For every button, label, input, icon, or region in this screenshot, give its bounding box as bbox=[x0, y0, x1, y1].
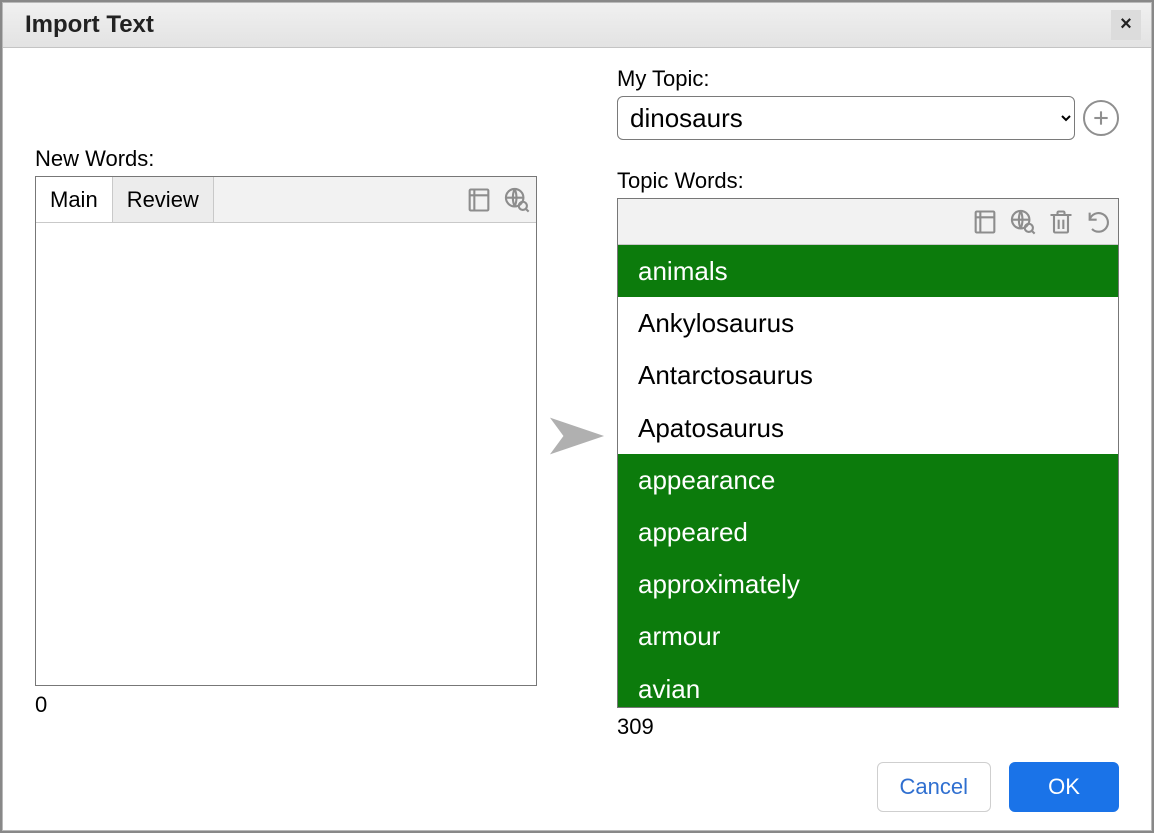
dialog-title: Import Text bbox=[25, 11, 154, 39]
topic-word-row[interactable]: approximately bbox=[618, 558, 1118, 610]
topic-words-toolbar bbox=[618, 199, 1118, 245]
topic-words-body[interactable]: animalsAnkylosaurusAntarctosaurusApatosa… bbox=[618, 245, 1118, 707]
import-text-dialog: Import Text × New Words: Main Review bbox=[2, 2, 1152, 831]
globe-search-icon[interactable] bbox=[498, 177, 536, 222]
topic-word-row[interactable]: Ankylosaurus bbox=[618, 297, 1118, 349]
topic-word-row[interactable]: appearance bbox=[618, 454, 1118, 506]
cancel-button[interactable]: Cancel bbox=[877, 762, 991, 812]
titlebar: Import Text × bbox=[3, 3, 1151, 48]
topic-word-row[interactable]: appeared bbox=[618, 506, 1118, 558]
topic-word-row[interactable]: animals bbox=[618, 245, 1118, 297]
undo-icon[interactable] bbox=[1080, 199, 1118, 244]
ok-button[interactable]: OK bbox=[1009, 762, 1119, 812]
topic-word-row[interactable]: armour bbox=[618, 610, 1118, 662]
topic-select[interactable]: dinosaurs bbox=[617, 96, 1075, 140]
tab-review[interactable]: Review bbox=[113, 177, 214, 222]
new-words-list: Main Review bbox=[35, 176, 537, 686]
tab-main[interactable]: Main bbox=[36, 177, 113, 222]
topic-word-row[interactable]: avian bbox=[618, 663, 1118, 708]
right-column: My Topic: dinosaurs Topic Words: bbox=[617, 66, 1119, 740]
trash-icon[interactable] bbox=[1042, 199, 1080, 244]
new-words-count: 0 bbox=[35, 692, 537, 718]
new-words-body[interactable] bbox=[36, 223, 536, 685]
dictionary-icon[interactable] bbox=[966, 199, 1004, 244]
dialog-footer: Cancel OK bbox=[3, 740, 1151, 830]
topic-row: dinosaurs bbox=[617, 96, 1119, 140]
new-words-label: New Words: bbox=[35, 146, 537, 172]
close-icon[interactable]: × bbox=[1111, 10, 1141, 40]
left-column: New Words: Main Review bbox=[35, 66, 537, 740]
topic-words-count: 309 bbox=[617, 714, 1119, 740]
globe-search-icon[interactable] bbox=[1004, 199, 1042, 244]
topic-word-row[interactable]: Antarctosaurus bbox=[618, 349, 1118, 401]
add-topic-button[interactable] bbox=[1083, 100, 1119, 136]
transfer-arrow-icon[interactable] bbox=[548, 413, 606, 459]
my-topic-label: My Topic: bbox=[617, 66, 1119, 92]
topic-word-row[interactable]: Apatosaurus bbox=[618, 402, 1118, 454]
topic-words-list: animalsAnkylosaurusAntarctosaurusApatosa… bbox=[617, 198, 1119, 708]
dialog-content: New Words: Main Review bbox=[3, 48, 1151, 740]
dictionary-icon[interactable] bbox=[460, 177, 498, 222]
new-words-toolbar: Main Review bbox=[36, 177, 536, 223]
topic-words-label: Topic Words: bbox=[617, 168, 1119, 194]
